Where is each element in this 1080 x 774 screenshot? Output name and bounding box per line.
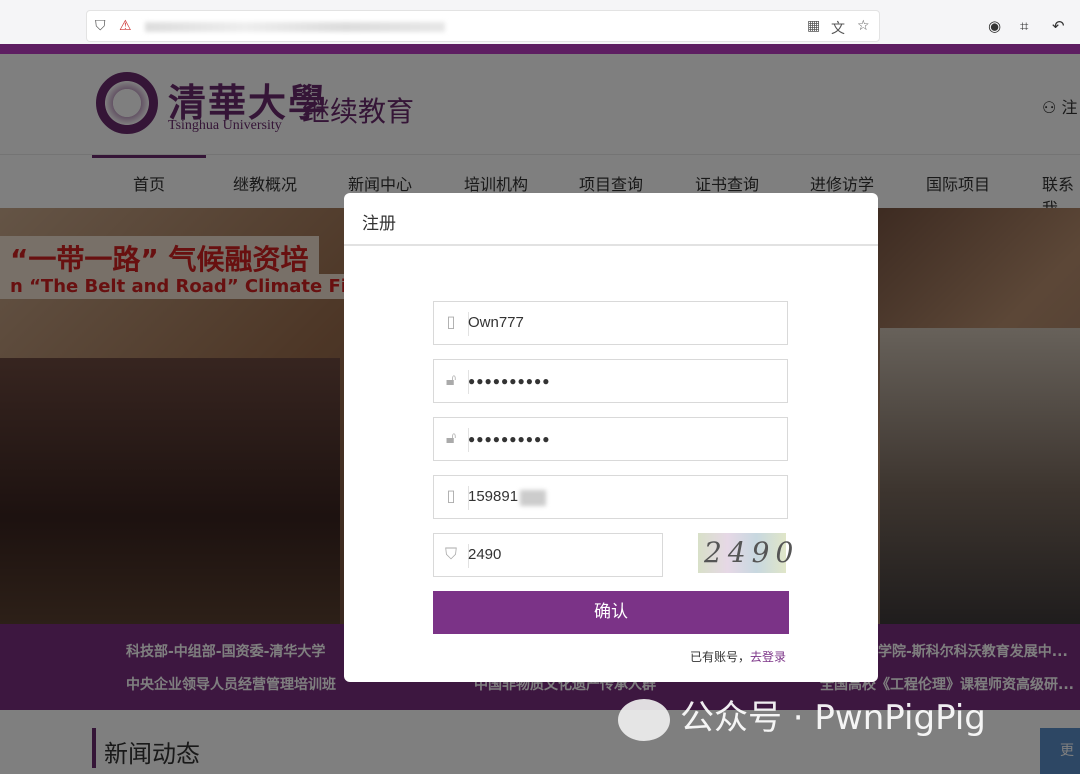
shield-check-icon: ⛉ [444,544,457,563]
page-info-icon[interactable]: ⚠ [119,18,132,34]
username-value: Own777 [468,314,524,331]
mobile-phone-icon: ▯ [446,486,456,505]
qr-code-icon[interactable]: ▦ [807,18,820,34]
watermark: 公众号 · PwnPigPig [618,690,986,741]
login-prompt: 已有账号，去登录 [690,648,786,665]
dialog-title: 注册 [362,214,396,234]
bookmark-star-icon[interactable]: ☆ [857,18,870,34]
shield-icon[interactable]: ⛉ [95,18,106,34]
unlock-icon: 🔓︎ [445,370,457,389]
captcha-image[interactable]: 2490 [698,533,793,573]
password-field[interactable]: 🔓︎ ●●●●●●●●●● [433,359,788,403]
have-account-text: 已有账号， [690,650,751,664]
watermark-text: 公众号 · PwnPigPig [680,698,986,738]
browser-toolbar: ⛉ ⚠ ▦ 文 ☆ ◉ ⌗ ↶ [0,0,1080,46]
captcha-field[interactable]: ⛉ 2490 [433,533,663,577]
captcha-input-value: 2490 [468,546,502,563]
crop-icon[interactable]: ⌗ [1020,17,1028,35]
site-top-bar [0,44,1080,54]
phone-value: 159891 [468,488,519,505]
confirm-password-field[interactable]: 🔓︎ ●●●●●●●●●● [433,417,788,461]
confirm-button[interactable]: 确认 [433,591,789,634]
phone-field[interactable]: ▯ 159891 [433,475,788,519]
address-bar[interactable]: ⛉ ⚠ ▦ 文 ☆ [86,10,880,42]
register-dialog: 注册 ▯ Own777 🔓︎ ●●●●●●●●●● 🔓︎ ●●●●●●●●●● … [344,193,878,682]
username-field[interactable]: ▯ Own777 [433,301,788,345]
unlock-icon: 🔓︎ [445,428,457,447]
account-icon[interactable]: ◉ [988,17,1001,35]
back-arrow-icon[interactable]: ↶ [1052,17,1065,35]
translate-icon[interactable]: 文 [831,18,845,38]
password-value: ●●●●●●●●●● [468,374,551,388]
url-text [145,22,445,32]
redacted-digits [520,490,546,506]
login-link[interactable]: 去登录 [750,650,786,664]
phone-device-icon: ▯ [446,312,456,331]
wechat-logo-icon [618,698,670,741]
confirm-password-value: ●●●●●●●●●● [468,432,551,446]
dialog-header: 注册 [344,193,878,246]
